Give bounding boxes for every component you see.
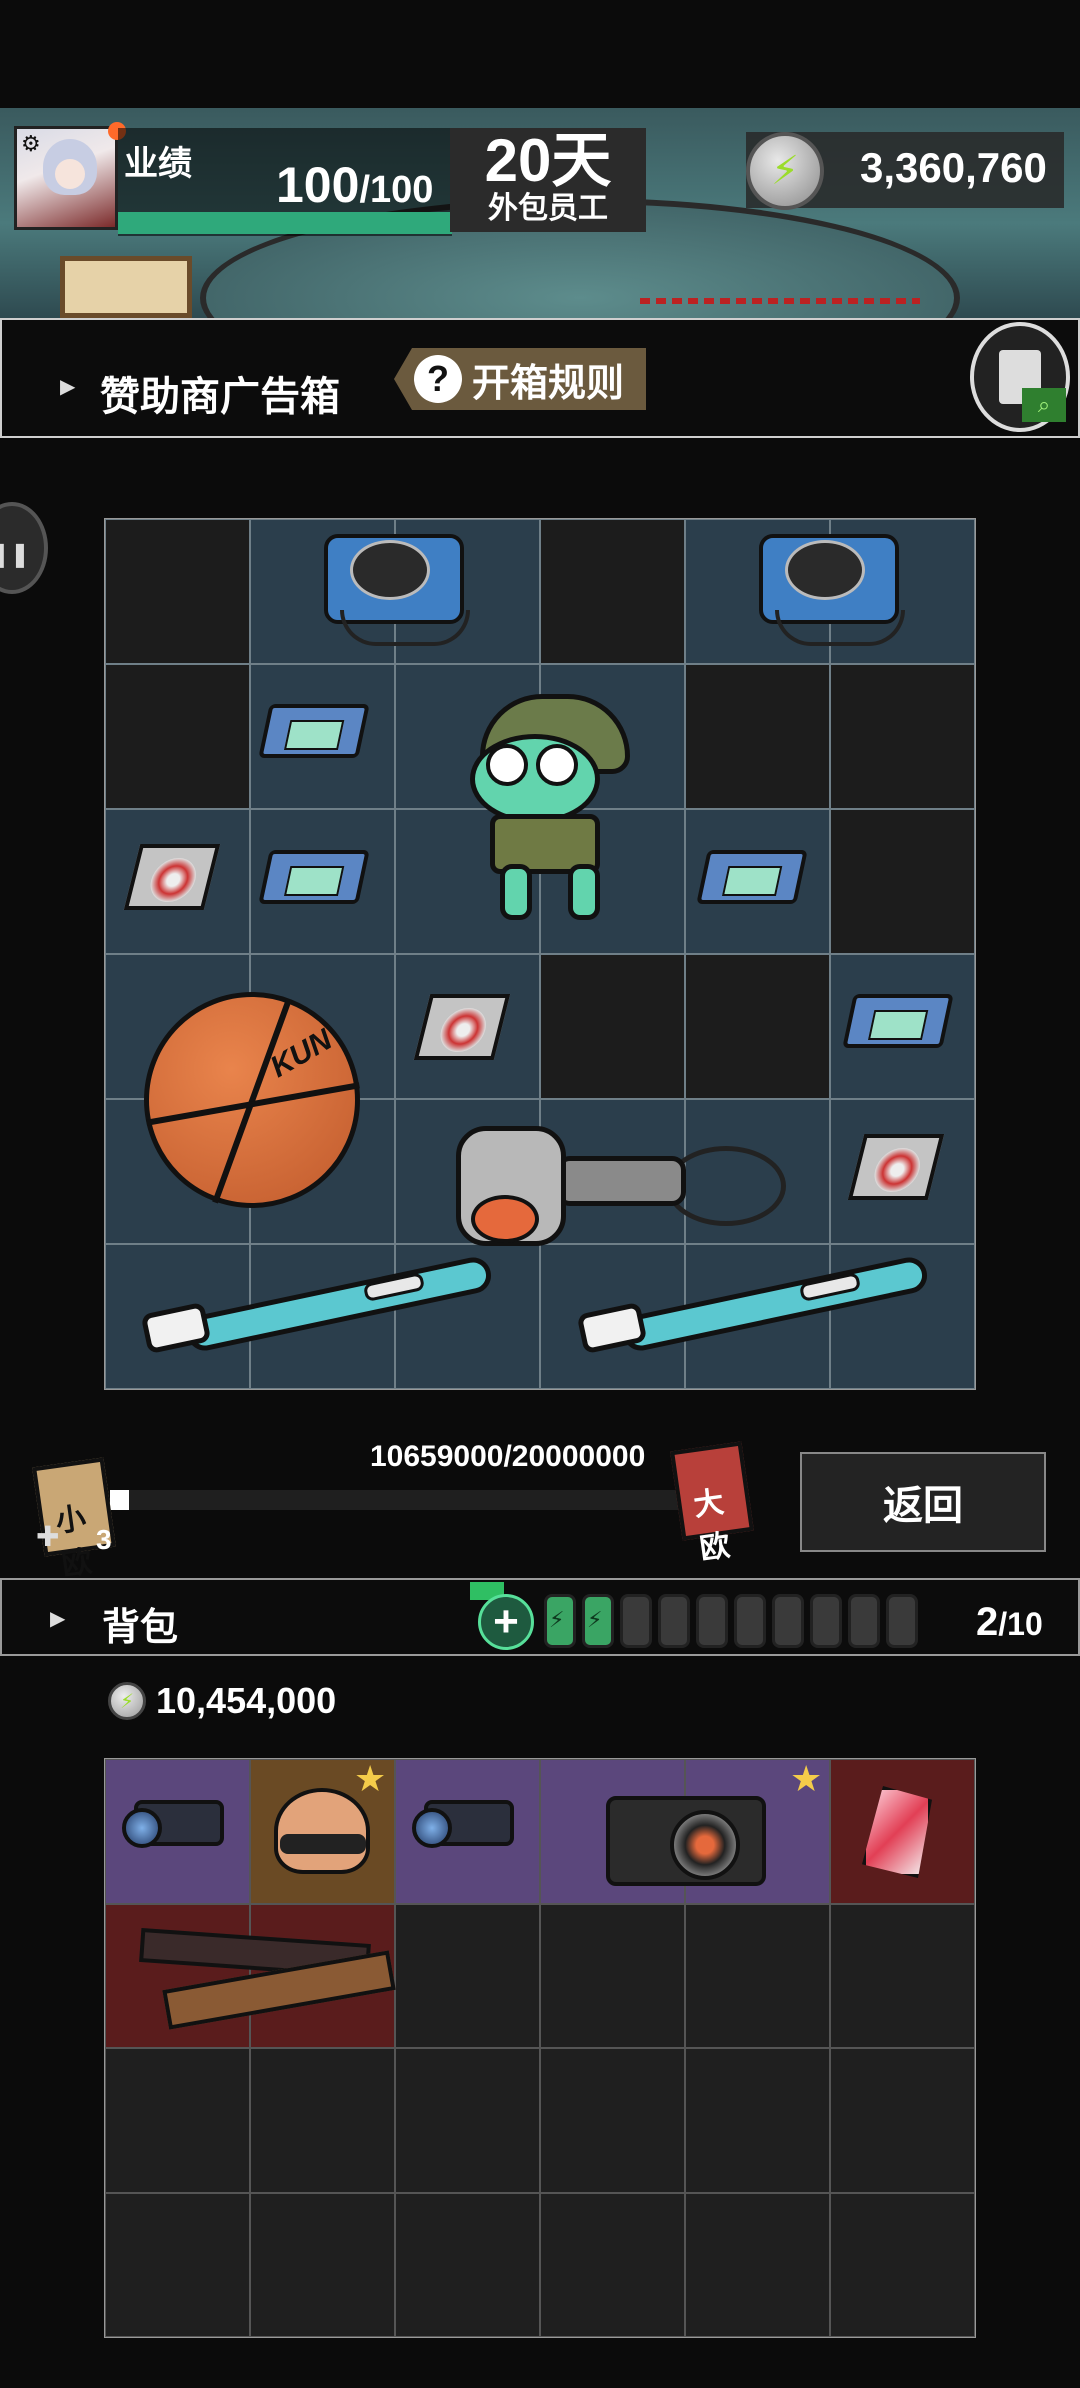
- chopsticks-box-item[interactable]: [139, 1920, 400, 2030]
- days-value: 20天: [484, 127, 612, 194]
- memory-card-item[interactable]: [258, 696, 370, 766]
- decor-line: [640, 298, 920, 304]
- battery-icon: [848, 1594, 880, 1648]
- memory-card-item[interactable]: [258, 842, 370, 912]
- backpack-grid-cell[interactable]: [395, 2048, 540, 2193]
- box-grid-cell[interactable]: [685, 954, 830, 1099]
- toothbrush-item[interactable]: [576, 1254, 940, 1355]
- battery-icon: [734, 1594, 766, 1648]
- money-value: 10,454,000: [156, 1680, 337, 1721]
- backpack-title: 背包: [102, 1607, 179, 1649]
- backpack-grid-cell[interactable]: [830, 1903, 975, 2048]
- basketball-item[interactable]: KUN: [144, 992, 360, 1208]
- camera-item[interactable]: [600, 1772, 770, 1892]
- avatar-face: [55, 159, 85, 189]
- box-title: 赞助商广告箱: [100, 375, 340, 419]
- pause-icon: ❚❚: [0, 541, 30, 568]
- plus-icon: +: [493, 1597, 519, 1646]
- disc-player-item[interactable]: [735, 524, 915, 654]
- coin-value: 3,360,760: [860, 144, 1047, 191]
- rules-label: 开箱规则: [472, 362, 625, 405]
- clipboard-button[interactable]: ⌕: [970, 322, 1070, 432]
- note-card: [60, 256, 192, 318]
- box-grid-cell[interactable]: [830, 809, 975, 954]
- battery-icon: [810, 1594, 842, 1648]
- performance-value: 100/100: [276, 156, 433, 214]
- big-ticket-icon[interactable]: 大欧: [670, 1441, 754, 1566]
- crystal-item[interactable]: [852, 1776, 942, 1886]
- play-arrow-icon: ▶: [60, 376, 76, 398]
- backpack-grid-cell[interactable]: [540, 1903, 685, 2048]
- gear-icon[interactable]: ⚙: [21, 131, 41, 157]
- backpack-grid-cell[interactable]: [830, 2048, 975, 2193]
- days-panel: 20天 外包员工: [450, 128, 646, 232]
- battery-icon: [658, 1594, 690, 1648]
- rules-button[interactable]: ? 开箱规则: [394, 348, 646, 410]
- performance-max: /100: [359, 169, 434, 211]
- backpack-count-current: 2: [976, 1600, 999, 1644]
- backpack-grid-cell[interactable]: [105, 2048, 250, 2193]
- performance-bar: [118, 212, 452, 234]
- box-grid-cell[interactable]: [540, 954, 685, 1099]
- memory-card-item[interactable]: [696, 842, 808, 912]
- backpack-grid-cell[interactable]: [105, 2192, 250, 2337]
- progress-bar-fill: [110, 1490, 129, 1510]
- scope-item[interactable]: [408, 1776, 528, 1866]
- performance-current: 100: [276, 157, 360, 213]
- battery-icon: [696, 1594, 728, 1648]
- star-icon: ★: [354, 1758, 387, 1799]
- performance-bar-fill: [118, 212, 452, 234]
- cd-item[interactable]: [408, 982, 518, 1072]
- star-icon: ★: [790, 1758, 823, 1799]
- backpack-grid-cell[interactable]: [685, 1903, 830, 2048]
- progress-bar: [110, 1490, 690, 1510]
- memory-card-item[interactable]: [842, 986, 954, 1056]
- backpack-grid-cell[interactable]: [250, 2048, 395, 2193]
- box-grid-cell[interactable]: [540, 519, 685, 664]
- cd-item[interactable]: [842, 1122, 952, 1212]
- cd-item[interactable]: [118, 832, 228, 922]
- progress-text: 10659000/20000000: [370, 1440, 646, 1473]
- backpack-count: 2/10: [976, 1600, 1043, 1645]
- backpack-grid-cell[interactable]: [540, 2192, 685, 2337]
- backpack-count-max: /10: [998, 1606, 1043, 1642]
- backpack-grid-cell[interactable]: [685, 2192, 830, 2337]
- scope-item[interactable]: [118, 1776, 238, 1866]
- box-grid-cell[interactable]: [830, 664, 975, 809]
- small-ticket-count: 3: [96, 1524, 112, 1555]
- backpack-grid-cell[interactable]: [250, 2192, 395, 2337]
- hair-dryer-item[interactable]: [456, 1106, 786, 1266]
- frog-doll-item[interactable]: [430, 694, 650, 924]
- search-icon: ⌕: [1022, 388, 1066, 422]
- backpack-grid-cell[interactable]: [685, 2048, 830, 2193]
- disc-player-item[interactable]: [300, 524, 480, 654]
- toothbrush-item[interactable]: [140, 1254, 504, 1355]
- big-ticket-label: 大欧: [691, 1485, 733, 1567]
- battery-icon: [886, 1594, 918, 1648]
- box-grid-cell[interactable]: [685, 664, 830, 809]
- avatar[interactable]: ⚙: [14, 126, 118, 230]
- box-grid-cell[interactable]: [105, 664, 250, 809]
- battery-icon: [582, 1594, 614, 1648]
- box-grid-cell[interactable]: [105, 519, 250, 664]
- play-arrow-icon: ▶: [50, 1608, 66, 1630]
- backpack-grid-cell[interactable]: [830, 2192, 975, 2337]
- battery-icon: [620, 1594, 652, 1648]
- puzzle-icon: ✚: [36, 1521, 60, 1552]
- backpack-grid-cell[interactable]: [395, 1903, 540, 2048]
- battery-icon: [772, 1594, 804, 1648]
- question-icon: ?: [414, 355, 462, 403]
- days-role: 外包员工: [488, 192, 608, 225]
- backpack-grid-cell[interactable]: [395, 2192, 540, 2337]
- performance-label: 业绩: [124, 145, 192, 183]
- backpack-bar: ▶ 背包: [0, 1578, 1080, 1656]
- battery-icon: [544, 1594, 576, 1648]
- back-button[interactable]: 返回: [800, 1452, 1046, 1552]
- lightning-coin-icon: ⚡: [108, 1682, 146, 1720]
- lightning-coin-icon: ⚡: [746, 132, 824, 210]
- backpack-grid-cell[interactable]: [540, 2048, 685, 2193]
- add-battery-button[interactable]: +: [478, 1594, 534, 1650]
- side-panel-toggle[interactable]: ❚❚: [0, 502, 48, 594]
